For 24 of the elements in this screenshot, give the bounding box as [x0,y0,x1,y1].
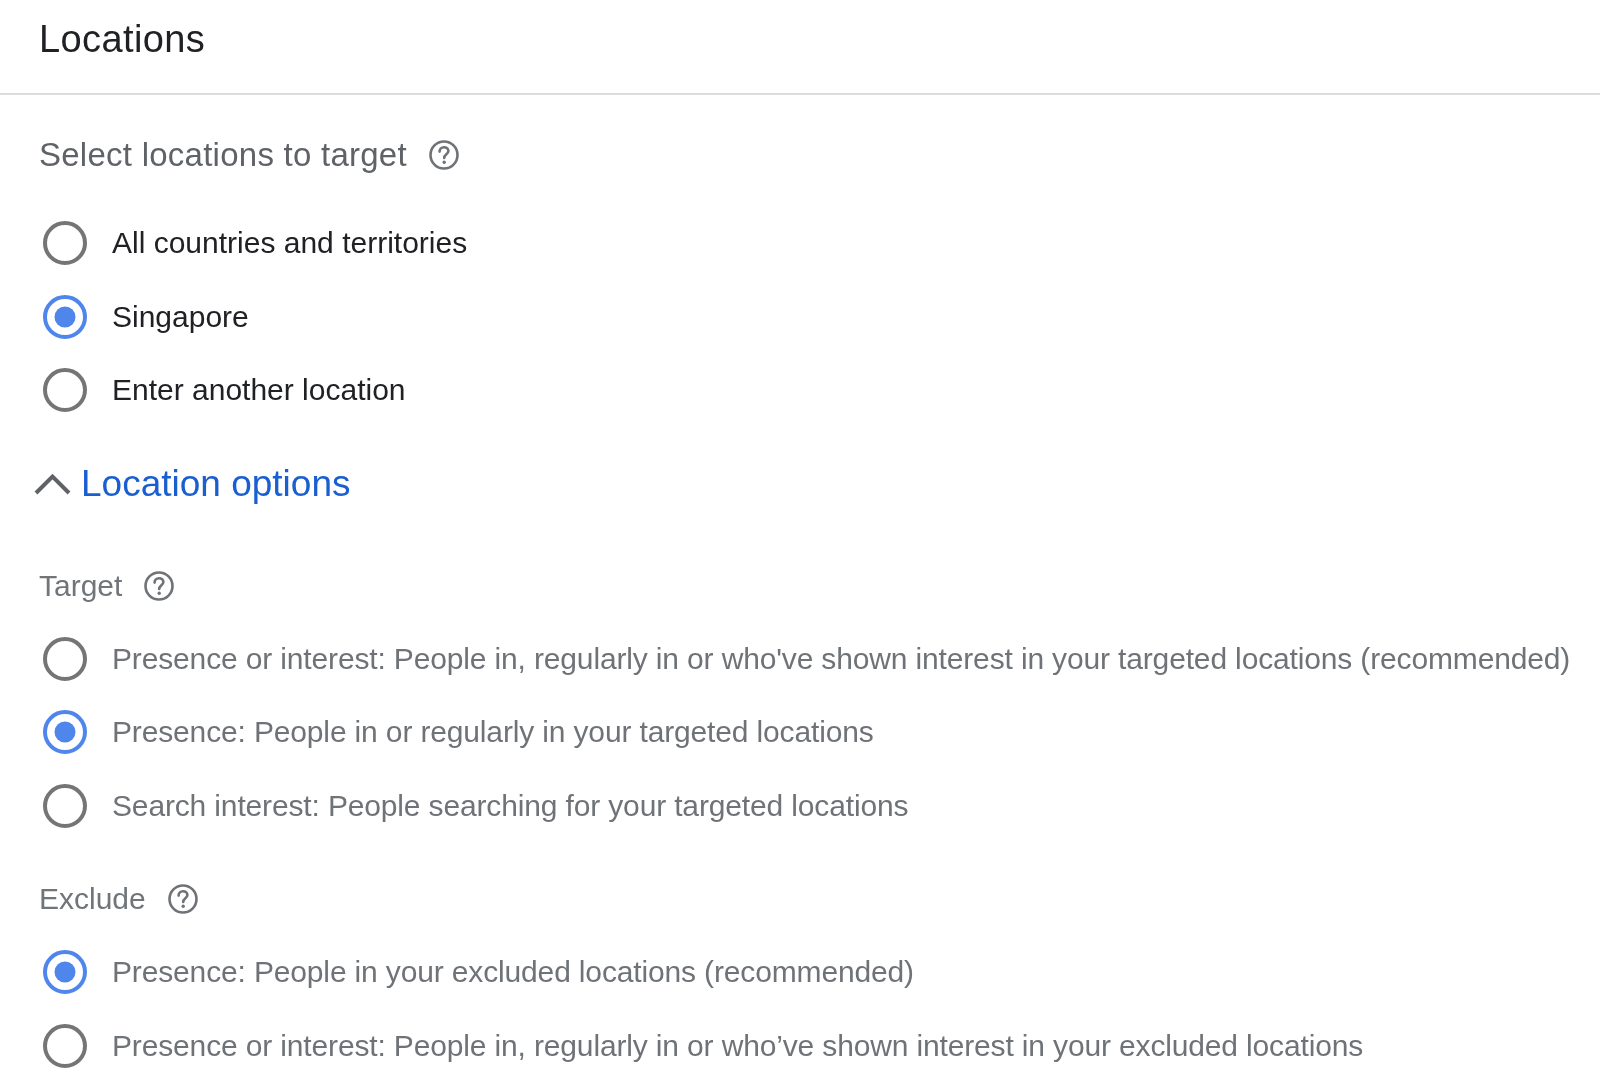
section-title: Locations [39,17,206,61]
option-label: Enter another location [112,372,406,409]
option-label: Presence or interest: People in, regularly in or who've shown interest in your targeted locations (recommended) [112,640,1571,677]
option-label: All countries and territories [112,225,468,262]
option-label: Presence: People in your excluded locations (recommended) [112,954,914,991]
option-label: Presence: People in or regularly in your targeted locations [112,714,874,751]
radio-button[interactable] [43,1023,87,1068]
option-label: Search interest: People searching for your targeted locations [112,787,909,824]
location-options-toggle[interactable]: Location options [34,459,351,508]
option-label: Singapore [112,298,249,335]
radio-button[interactable] [43,636,87,681]
section-label: Select locations to target [39,135,407,175]
help-icon[interactable] [167,884,198,914]
radio-button[interactable] [43,783,87,828]
help-icon[interactable] [428,140,459,170]
help-icon[interactable] [144,570,175,601]
radio-button[interactable] [43,294,87,339]
radio-button[interactable] [43,710,87,755]
radio-button[interactable] [43,950,87,995]
option-label: Presence or interest: People in, regularly in or who’ve shown interest in your excluded locations [112,1027,1364,1064]
section-label: Target [39,567,123,604]
section-label: Exclude [39,881,146,917]
radio-button[interactable] [43,221,87,266]
radio-button[interactable] [43,368,87,413]
